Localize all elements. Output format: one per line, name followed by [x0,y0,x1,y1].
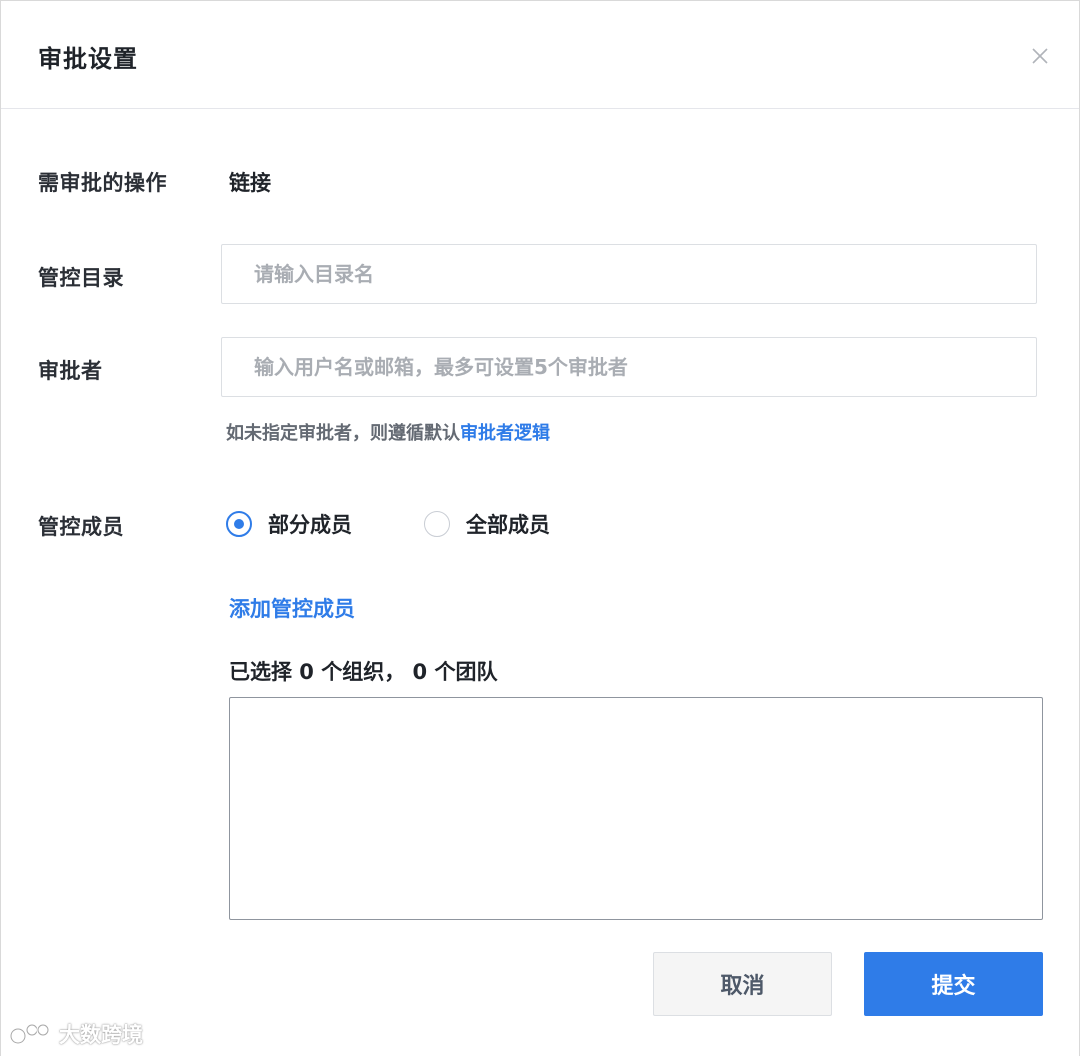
dialog-title: 审批设置 [38,45,138,73]
watermark-logo-icon [9,1023,50,1045]
radio-partial-members-label: 部分成员 [268,513,352,537]
close-icon [1032,48,1048,64]
radio-all-members-label: 全部成员 [466,513,550,537]
radio-checked-icon [226,511,252,537]
operation-value: 链接 [229,171,271,195]
approver-hint-text: 如未指定审批者，则遵循默认 [226,423,460,444]
approver-hint: 如未指定审批者，则遵循默认审批者逻辑 [226,419,550,445]
approver-logic-link[interactable]: 审批者逻辑 [460,423,550,444]
dialog-header: 审批设置 [1,1,1079,109]
members-label: 管控成员 [38,515,124,539]
operation-label: 需审批的操作 [38,171,167,195]
radio-partial-members[interactable]: 部分成员 [226,509,352,539]
approver-input[interactable] [221,337,1037,397]
directory-input[interactable] [221,244,1037,304]
close-button[interactable] [1025,41,1055,71]
selected-summary: 已选择 0 个组织， 0 个团队 [229,660,498,684]
watermark: 大数跨境 [9,1019,143,1049]
add-members-link[interactable]: 添加管控成员 [229,593,355,623]
radio-all-members[interactable]: 全部成员 [424,509,550,539]
selected-members-box[interactable] [229,697,1043,920]
radio-unchecked-icon [424,511,450,537]
cancel-button[interactable]: 取消 [653,952,832,1016]
watermark-text: 大数跨境 [59,1023,143,1047]
approval-settings-dialog: 审批设置 需审批的操作 链接 管控目录 审批者 如未指定审批者，则遵循默认审批者… [0,0,1080,1056]
submit-button[interactable]: 提交 [864,952,1043,1016]
directory-label: 管控目录 [38,266,124,290]
approver-label: 审批者 [38,359,103,383]
